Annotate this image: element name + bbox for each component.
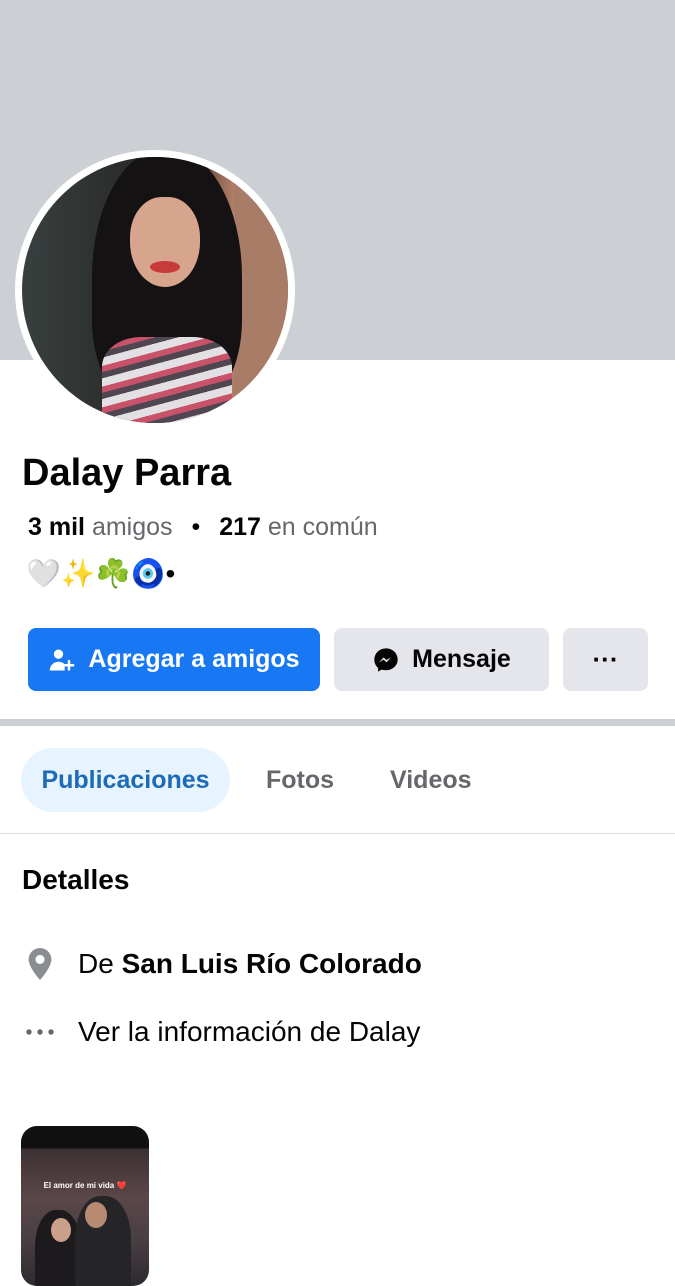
map-pin-icon <box>22 944 58 984</box>
featured-caption: El amor de mi vida ❤️ <box>43 1181 127 1190</box>
more-options-button[interactable]: ··· <box>563 628 648 691</box>
details-title: Detalles <box>22 864 130 895</box>
stats-separator: • <box>191 513 201 541</box>
friend-stats[interactable]: 3 mil amigos • 217 en común <box>28 513 378 542</box>
add-friend-button[interactable]: Agregar a amigos <box>28 628 320 691</box>
profile-name: Dalay Parra <box>22 452 232 494</box>
ellipsis-icon <box>22 1012 58 1052</box>
mutual-friends-count: 217 <box>219 513 261 541</box>
profile-bio: 🤍✨☘️🧿• <box>26 558 176 589</box>
tab-photos[interactable]: Fotos <box>266 748 334 812</box>
person-plus-icon <box>48 646 76 674</box>
location-value[interactable]: San Luis Río Colorado <box>122 948 422 980</box>
section-divider <box>0 719 675 726</box>
message-button[interactable]: Mensaje <box>334 628 549 691</box>
mutual-friends-label: en común <box>267 513 378 541</box>
location-prefix: De <box>78 948 114 979</box>
friends-label: amigos <box>91 513 173 541</box>
more-options-icon: ··· <box>592 644 619 674</box>
profile-picture[interactable] <box>22 157 288 423</box>
message-label: Mensaje <box>412 645 511 673</box>
friends-count: 3 mil <box>28 513 85 541</box>
more-info-row[interactable]: Ver la información de Dalay <box>22 1012 420 1052</box>
featured-story-thumbnail[interactable]: El amor de mi vida ❤️ <box>21 1126 149 1286</box>
tabs-divider <box>0 833 675 834</box>
tab-videos[interactable]: Videos <box>390 748 472 812</box>
add-friend-label: Agregar a amigos <box>88 645 300 673</box>
location-detail: De San Luis Río Colorado <box>22 944 422 984</box>
messenger-icon <box>372 646 400 674</box>
profile-picture-frame[interactable] <box>15 150 295 430</box>
tab-posts[interactable]: Publicaciones <box>21 748 230 812</box>
more-info-label: Ver la información de Dalay <box>78 1016 421 1047</box>
